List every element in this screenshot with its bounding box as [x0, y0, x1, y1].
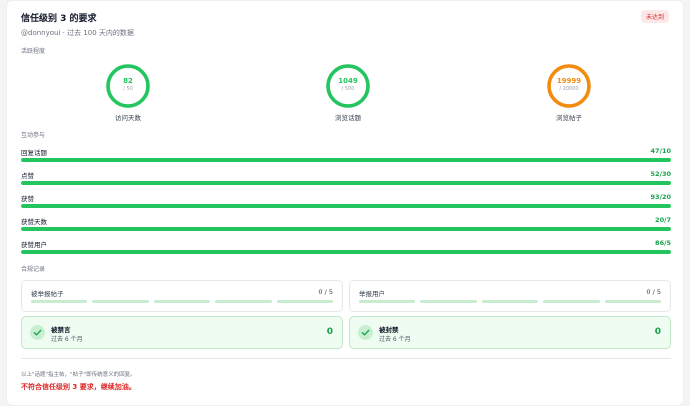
ring-label: 浏览帖子: [556, 114, 582, 122]
progress-track: [21, 204, 671, 208]
progress-label: 获赞用户: [21, 241, 47, 249]
progress-value: 47/10: [650, 147, 671, 155]
suspended-box: 被封禁 过去 6 个月 0: [349, 316, 671, 349]
reported-posts-label: 被举报帖子: [31, 290, 64, 298]
trust-level-card: 信任级别 3 的要求 未达到 @donnyoui · 过去 100 天内的数据 …: [6, 0, 684, 406]
suspended-title: 被封禁: [379, 326, 399, 334]
ring-max: / 50: [123, 86, 133, 92]
progress-fill: [21, 204, 671, 208]
check-icon: [30, 325, 45, 340]
progress-fill: [21, 227, 671, 231]
footnote: 以上"话题"指主帖，"帖子"即传统意义的回复。: [21, 372, 136, 378]
reported-users-count: 0 / 5: [646, 288, 661, 296]
progress-track: [21, 250, 671, 254]
suspended-value: 0: [654, 327, 661, 337]
progress-fill: [21, 181, 671, 185]
progress-label: 获赞: [21, 195, 34, 203]
reported-posts-count: 0 / 5: [318, 288, 333, 296]
suspended-period: 过去 6 个月: [379, 336, 411, 343]
progress-value: 20/7: [655, 216, 671, 224]
ring-max: / 500: [341, 86, 355, 92]
ring-value: 19999: [556, 77, 582, 85]
silenced-period: 过去 6 个月: [51, 336, 83, 343]
subtitle: @donnyoui · 过去 100 天内的数据: [21, 29, 134, 37]
reported-users-box: 举报用户 0 / 5: [349, 280, 671, 312]
ring-max: / 20000: [559, 86, 579, 92]
status-badge: 未达到: [640, 10, 669, 23]
ring-value: 82: [123, 77, 133, 85]
progress-fill: [21, 158, 671, 162]
progress-fill: [21, 250, 671, 254]
verdict-text: 不符合信任级别 3 要求，继续加油。: [21, 383, 136, 391]
ring-value: 1049: [338, 77, 358, 85]
silenced-title: 被禁言: [51, 326, 71, 334]
ring-label: 访问天数: [115, 114, 141, 122]
progress-value: 52/30: [650, 170, 671, 178]
divider: [21, 358, 671, 359]
silenced-box: 被禁言 过去 6 个月 0: [21, 316, 343, 349]
reported-posts-box: 被举报帖子 0 / 5: [21, 280, 343, 312]
ring-gauge: 1049/ 500: [325, 63, 371, 109]
ring-gauge: 19999/ 20000: [546, 63, 592, 109]
progress-track: [21, 227, 671, 231]
progress-track: [21, 158, 671, 162]
ring-gauge: 82/ 50: [105, 63, 151, 109]
silenced-value: 0: [326, 327, 333, 337]
progress-label: 回复话题: [21, 149, 47, 157]
check-icon: [358, 325, 373, 340]
progress-label: 获赞天数: [21, 218, 47, 226]
progress-track: [21, 181, 671, 185]
section-activity-label: 活跃程度: [21, 48, 46, 55]
reported-posts-meter: [31, 300, 334, 303]
progress-value: 86/5: [655, 239, 671, 247]
progress-value: 93/20: [650, 193, 671, 201]
section-interaction-label: 互动参与: [21, 132, 46, 139]
reported-users-meter: [359, 300, 662, 303]
page-title: 信任级别 3 的要求: [21, 14, 97, 24]
progress-label: 点赞: [21, 172, 34, 180]
ring-label: 浏览话题: [335, 114, 361, 122]
section-compliance-label: 合规记录: [21, 266, 46, 273]
reported-users-label: 举报用户: [359, 290, 385, 298]
